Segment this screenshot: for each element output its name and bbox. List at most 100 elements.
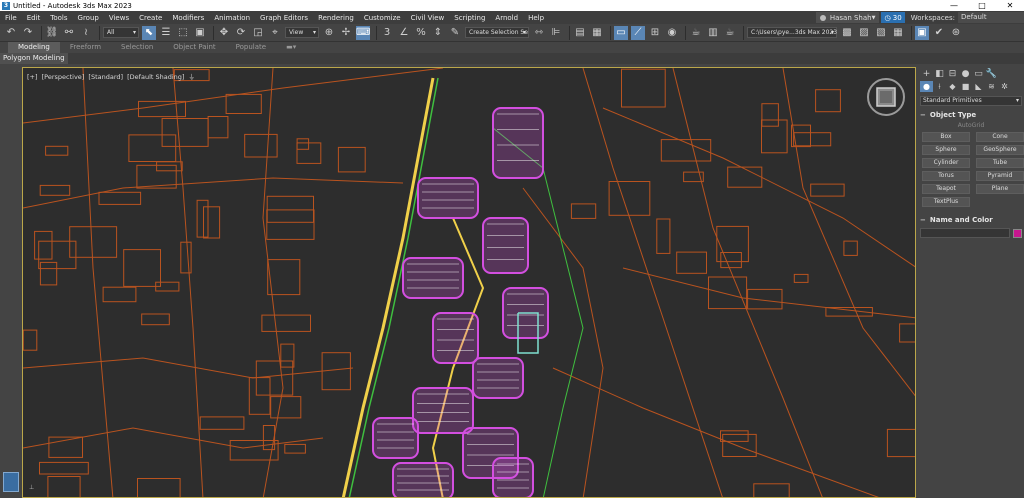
save-project-icon[interactable]: ▨	[857, 26, 871, 40]
menu-views[interactable]: Views	[104, 14, 134, 22]
scale-icon[interactable]: ◲	[251, 26, 265, 40]
project-settings-icon[interactable]: ▦	[891, 26, 905, 40]
plane-button[interactable]: Plane	[976, 184, 1024, 194]
edit-named-selection-icon[interactable]: ✎	[448, 26, 462, 40]
select-by-name-icon[interactable]: ☰	[159, 26, 173, 40]
select-manipulate-icon[interactable]: ✢	[339, 26, 353, 40]
menu-arnold[interactable]: Arnold	[490, 14, 523, 22]
object-type-rollout[interactable]: Object Type	[920, 110, 1022, 120]
set-project-folder-icon[interactable]: ▧	[874, 26, 888, 40]
menu-modifiers[interactable]: Modifiers	[167, 14, 209, 22]
name-and-color-rollout[interactable]: Name and Color	[920, 215, 1022, 225]
spinner-snap-icon[interactable]: ⇕	[431, 26, 445, 40]
teapot-button[interactable]: Teapot	[922, 184, 970, 194]
workspaces-dropdown[interactable]: Default	[958, 12, 1024, 23]
perspective-viewport[interactable]: [+] [Perspective] [Standard] [Default Sh…	[22, 67, 916, 498]
sphere-button[interactable]: Sphere	[922, 145, 970, 155]
tab-freeform[interactable]: Freeform	[60, 42, 111, 53]
toggle-scene-explorer-icon[interactable]: ▤	[573, 26, 587, 40]
tab-selection[interactable]: Selection	[111, 42, 163, 53]
object-color-swatch[interactable]	[1013, 228, 1022, 238]
minimize-button[interactable]: —	[940, 0, 968, 11]
angle-snap-icon[interactable]: ∠	[397, 26, 411, 40]
tube-button[interactable]: Tube	[976, 158, 1024, 168]
redo-icon[interactable]: ↷	[21, 26, 35, 40]
tab-modeling[interactable]: Modeling	[8, 42, 60, 53]
toggle-layer-explorer-icon[interactable]: ▦	[590, 26, 604, 40]
space-warps-icon[interactable]: ≋	[985, 81, 998, 92]
funnel-icon[interactable]: ⏚	[189, 73, 196, 81]
bind-space-warp-icon[interactable]: ≀	[79, 26, 93, 40]
percent-snap-icon[interactable]: %	[414, 26, 428, 40]
globe-icon[interactable]: ⊛	[949, 26, 963, 40]
tab-populate[interactable]: Populate	[226, 42, 276, 53]
named-selection-set-dropdown[interactable]: Create Selection Se	[465, 27, 529, 38]
toggle-ribbon-icon[interactable]: ▭	[614, 25, 628, 40]
rendered-frame-window-icon[interactable]: ▥	[706, 26, 720, 40]
cone-button[interactable]: Cone	[976, 132, 1024, 142]
shapes-icon[interactable]: ⟊	[933, 81, 946, 92]
cylinder-button[interactable]: Cylinder	[922, 158, 970, 168]
menu-group[interactable]: Group	[73, 14, 104, 22]
reference-coordinate-dropdown[interactable]: View	[285, 27, 319, 38]
systems-icon[interactable]: ✲	[998, 81, 1011, 92]
tab-object-paint[interactable]: Object Paint	[163, 42, 225, 53]
keyboard-shortcut-override-icon[interactable]: ⌨	[356, 25, 370, 40]
viewport-label[interactable]: [+] [Perspective] [Standard] [Default Sh…	[27, 71, 197, 81]
utilities-tab-icon[interactable]: 🔧	[985, 69, 998, 79]
maximize-button[interactable]: □	[968, 0, 996, 11]
place-icon[interactable]: ⌖	[268, 26, 282, 40]
geosphere-button[interactable]: GeoSphere	[976, 145, 1024, 155]
viewport-menu-label[interactable]: [+]	[27, 73, 38, 81]
menu-create[interactable]: Create	[134, 14, 167, 22]
menu-tools[interactable]: Tools	[45, 14, 72, 22]
select-object-icon[interactable]: ⬉	[142, 25, 156, 40]
project-folder-dropdown[interactable]: C:\Users\pye...3ds Max 2023	[747, 27, 837, 38]
viewcube-icon[interactable]	[865, 76, 907, 118]
menu-graph-editors[interactable]: Graph Editors	[255, 14, 313, 22]
viewport-standard-label[interactable]: [Standard]	[88, 73, 123, 81]
snaps-toggle-icon[interactable]: 3	[380, 26, 394, 40]
torus-button[interactable]: Torus	[922, 171, 970, 181]
menu-rendering[interactable]: Rendering	[313, 14, 359, 22]
schematic-view-icon[interactable]: ⊞	[648, 26, 662, 40]
open-project-icon[interactable]: ▩	[840, 26, 854, 40]
save-icon[interactable]: ▣	[915, 25, 929, 40]
window-crossing-icon[interactable]: ▣	[193, 26, 207, 40]
viewport-shading-label[interactable]: [Default Shading]	[127, 73, 184, 81]
menu-animation[interactable]: Animation	[209, 14, 255, 22]
render-setup-icon[interactable]: ☕	[689, 26, 703, 40]
rotate-icon[interactable]: ⟳	[234, 26, 248, 40]
motion-tab-icon[interactable]: ●	[959, 69, 972, 79]
primitive-type-dropdown[interactable]: Standard Primitives	[920, 96, 1022, 106]
clock-badge[interactable]: ◷ 30	[881, 12, 905, 23]
cameras-icon[interactable]: ■	[959, 81, 972, 92]
create-tab-icon[interactable]: +	[920, 69, 933, 79]
render-production-icon[interactable]: ☕	[723, 26, 737, 40]
link-icon[interactable]: ⛓	[45, 26, 59, 40]
curve-editor-icon[interactable]: ⟋	[631, 25, 645, 40]
menu-customize[interactable]: Customize	[359, 14, 406, 22]
modify-tab-icon[interactable]: ◧	[933, 69, 946, 79]
selection-filter-dropdown[interactable]: All	[103, 27, 139, 38]
autogrid-checkbox[interactable]: AutoGrid	[918, 122, 1024, 129]
close-button[interactable]: ✕	[996, 0, 1024, 11]
menu-edit[interactable]: Edit	[22, 14, 46, 22]
textplus-button[interactable]: TextPlus	[922, 197, 970, 207]
display-tab-icon[interactable]: ▭	[972, 69, 985, 79]
box-button[interactable]: Box	[922, 132, 970, 142]
move-icon[interactable]: ✥	[217, 26, 231, 40]
menu-help[interactable]: Help	[523, 14, 549, 22]
menu-civil-view[interactable]: Civil View	[406, 14, 450, 22]
rectangle-selection-icon[interactable]: ⬚	[176, 26, 190, 40]
pyramid-button[interactable]: Pyramid	[976, 171, 1024, 181]
viewport-layout-tab[interactable]	[3, 472, 19, 492]
polygon-modeling-label[interactable]: Polygon Modeling	[0, 53, 68, 64]
helpers-icon[interactable]: ◣	[972, 81, 985, 92]
unlink-icon[interactable]: ⚯	[62, 26, 76, 40]
lights-icon[interactable]: ◆	[946, 81, 959, 92]
mirror-icon[interactable]: ⇿	[532, 26, 546, 40]
user-account-dropdown[interactable]: Hasan Shah ▼	[815, 12, 880, 23]
check-icon[interactable]: ✔	[932, 26, 946, 40]
ribbon-options-icon[interactable]: ▬▾	[276, 42, 306, 53]
